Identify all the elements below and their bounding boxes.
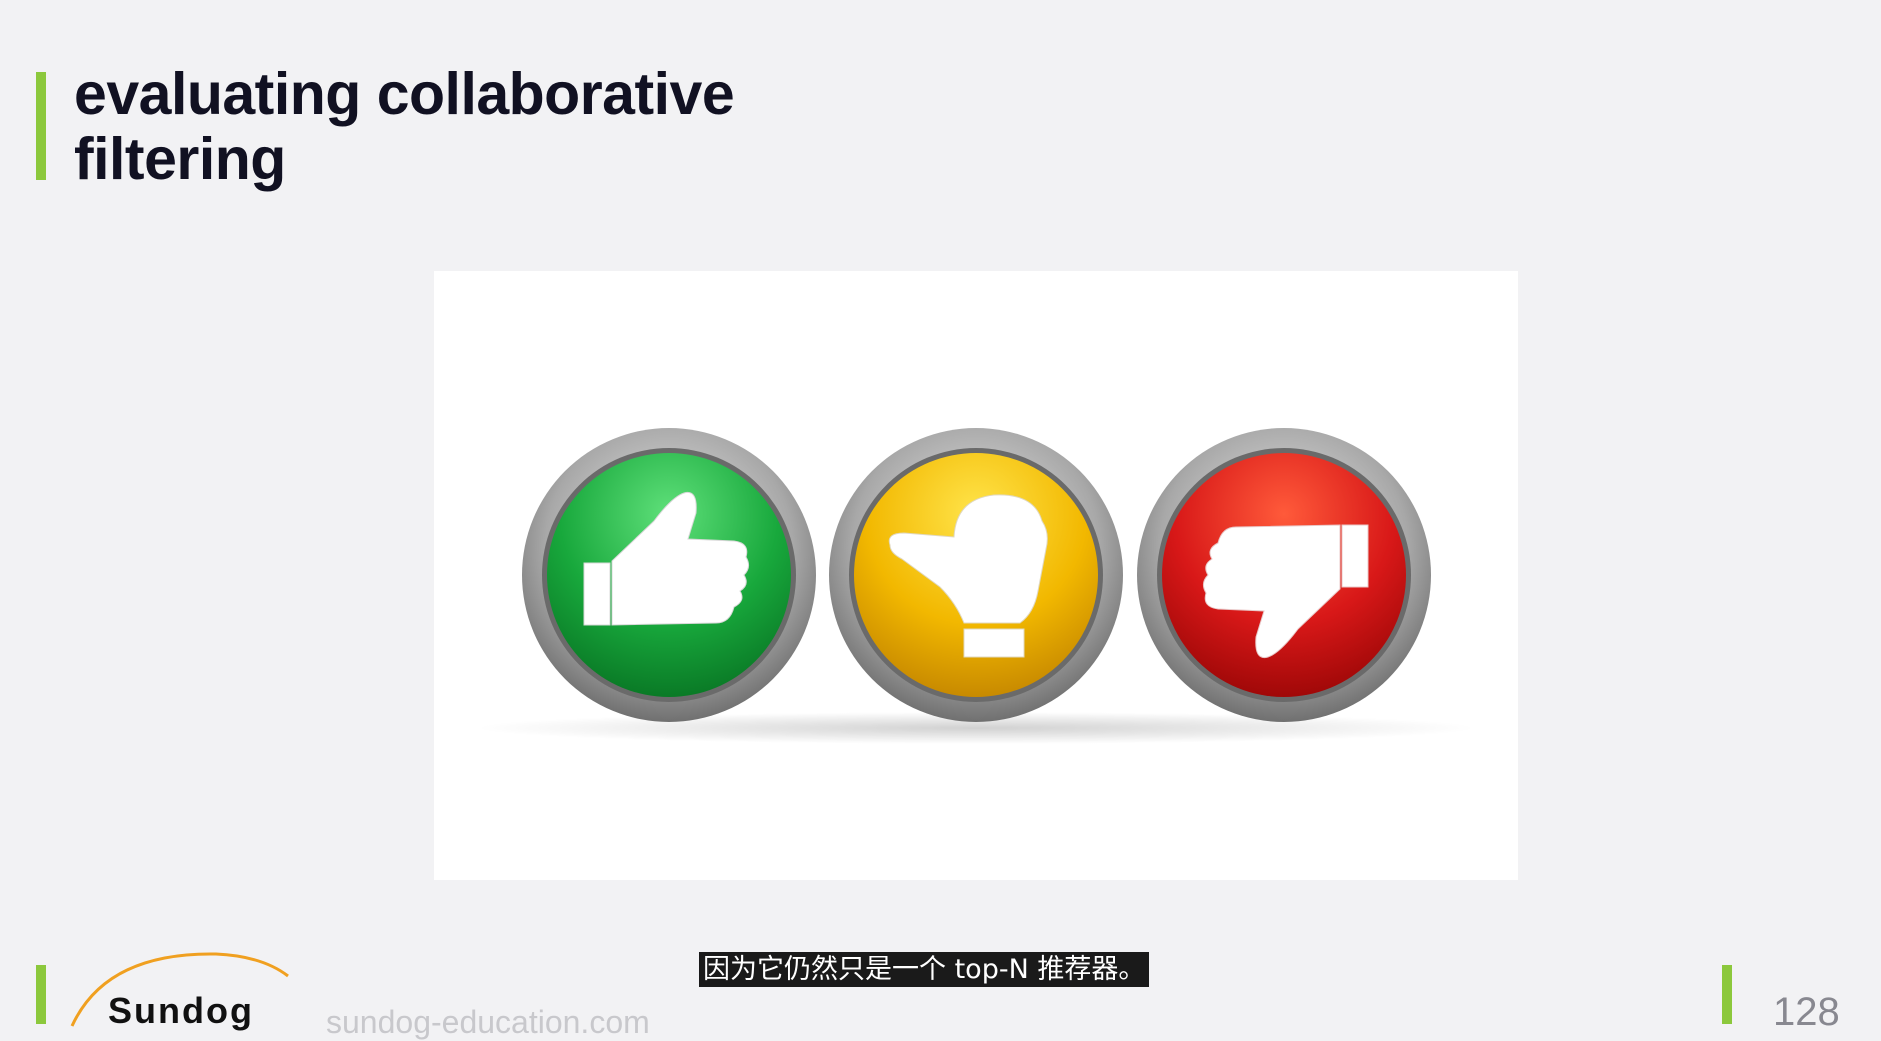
rating-icons-image bbox=[434, 271, 1518, 880]
logo-text: Sundog bbox=[108, 990, 254, 1031]
site-url: sundog-education.com bbox=[326, 1004, 650, 1040]
thumbs-down-badge bbox=[1137, 428, 1431, 722]
footer-accent-bar-right bbox=[1722, 965, 1732, 1024]
slide-title: evaluating collaborative filtering bbox=[74, 61, 735, 192]
video-subtitle: 因为它仍然只是一个 top-N 推荐器。 bbox=[699, 952, 1150, 987]
thumbs-sideways-badge bbox=[829, 428, 1123, 722]
thumbs-up-badge bbox=[522, 428, 816, 722]
page-number: 128 bbox=[1773, 990, 1840, 1034]
footer-accent-bar-left bbox=[36, 965, 46, 1024]
title-accent-bar bbox=[36, 72, 46, 180]
